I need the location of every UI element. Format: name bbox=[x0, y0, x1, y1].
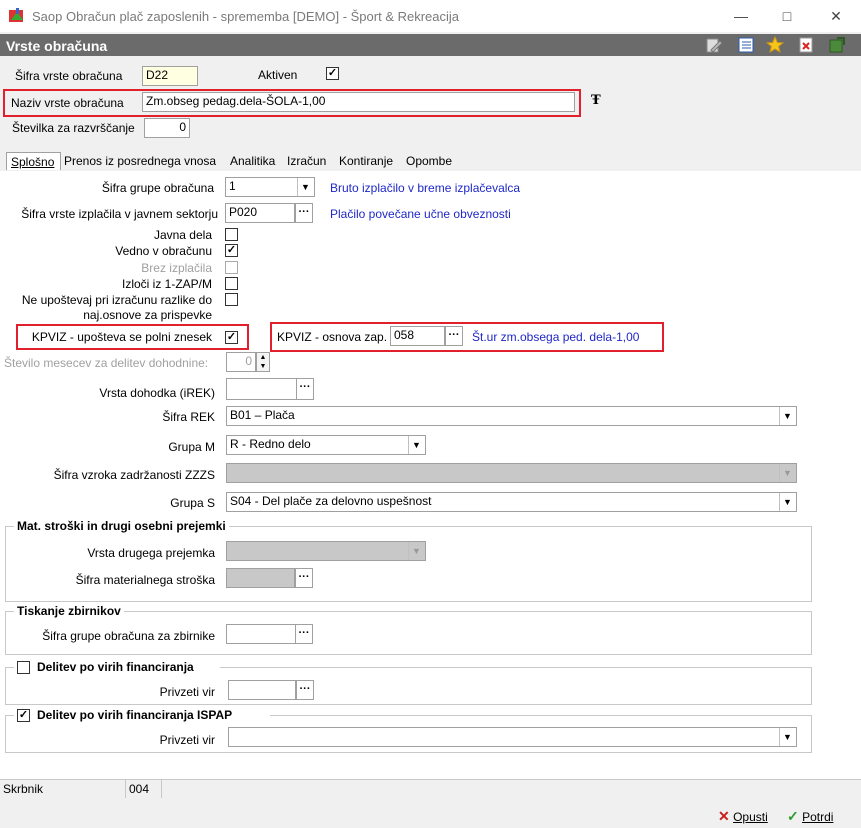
sifra-rek-select[interactable]: B01 – Plača bbox=[226, 406, 797, 426]
list-icon[interactable] bbox=[737, 36, 755, 54]
delitev-checkbox[interactable] bbox=[17, 661, 30, 674]
kpviz-osnova-browse-button[interactable]: ··· bbox=[445, 326, 463, 346]
form-header bbox=[0, 34, 861, 56]
minimize-icon[interactable]: — bbox=[731, 6, 751, 26]
ispap-privzeti-select[interactable] bbox=[228, 727, 797, 747]
chevron-down-icon[interactable]: ▼ bbox=[779, 407, 795, 425]
app-icon bbox=[9, 8, 23, 22]
vrsta-izplacila-browse-button[interactable]: ··· bbox=[295, 203, 313, 223]
tiskanje-title: Tiskanje zbirnikov bbox=[14, 604, 124, 618]
sifra-materialnega-browse-button[interactable]: ··· bbox=[295, 568, 313, 588]
vrsta-prejemka-label: Vrsta drugega prejemka bbox=[87, 546, 215, 560]
skrbnik-value: 004 bbox=[126, 780, 162, 798]
tisk-grupa-label: Šifra grupe obračuna za zbirnike bbox=[42, 629, 215, 643]
export-icon[interactable] bbox=[828, 36, 846, 54]
vedno-label: Vedno v obračunu bbox=[115, 244, 212, 258]
text-format-icon[interactable]: Ŧ bbox=[591, 93, 601, 108]
naziv-input[interactable]: Zm.obseg pedag.dela-ŠOLA-1,00 bbox=[142, 92, 575, 112]
delitev-title: Delitev po virih financiranja bbox=[34, 660, 197, 674]
tab-prenos[interactable]: Prenos iz posrednega vnosa bbox=[64, 152, 216, 170]
grupa-s-select[interactable]: S04 - Del plače za delovno uspešnost bbox=[226, 492, 797, 512]
aktiven-label: Aktiven bbox=[258, 68, 298, 82]
delitev-ispap-title: Delitev po virih financiranja ISPAP bbox=[34, 708, 236, 722]
chevron-down-icon[interactable]: ▼ bbox=[297, 178, 313, 196]
javna-dela-checkbox[interactable] bbox=[225, 228, 238, 241]
kpviz-osnova-input[interactable]: 058 bbox=[390, 326, 445, 346]
irek-label: Vrsta dohodka (iREK) bbox=[99, 386, 215, 400]
chevron-down-icon: ▼ bbox=[408, 542, 424, 560]
mat-stroski-title: Mat. stroški in drugi osebni prejemki bbox=[14, 519, 229, 533]
sifra-vrste-input[interactable]: D22 bbox=[142, 66, 198, 86]
vrsta-izplacila-desc: Plačilo povečane učne obveznosti bbox=[330, 207, 511, 221]
naziv-label: Naziv vrste obračuna bbox=[11, 96, 124, 110]
javna-dela-label: Javna dela bbox=[153, 228, 212, 242]
izloci-checkbox[interactable] bbox=[225, 277, 238, 290]
neupostevaj-checkbox[interactable] bbox=[225, 293, 238, 306]
form-title: Vrste obračuna bbox=[6, 38, 108, 54]
tab-izracun[interactable]: Izračun bbox=[287, 152, 326, 170]
stevilka-input[interactable]: 0 bbox=[144, 118, 190, 138]
cancel-icon: ✕ bbox=[718, 808, 730, 824]
potrdi-button[interactable]: ✓ Potrdi bbox=[787, 808, 833, 825]
tisk-grupa-browse-button[interactable]: ··· bbox=[295, 624, 313, 644]
kpviz-polni-checkbox[interactable]: ✓ bbox=[225, 331, 238, 344]
aktiven-checkbox[interactable]: ✓ bbox=[326, 67, 339, 80]
brez-izplacila-label: Brez izplačila bbox=[141, 261, 212, 275]
izloci-label: Izloči iz 1-ZAP/M bbox=[121, 277, 212, 291]
skrbnik-label: Skrbnik bbox=[0, 780, 126, 798]
delete-icon[interactable] bbox=[797, 36, 815, 54]
tab-analitika[interactable]: Analitika bbox=[230, 152, 275, 170]
chevron-down-icon: ▼ bbox=[779, 464, 795, 482]
mesecev-label: Število mesecev za delitev dohodnine: bbox=[4, 356, 209, 370]
vrsta-izplacila-input[interactable]: P020 bbox=[225, 203, 295, 223]
delitev-privzeti-input[interactable] bbox=[228, 680, 296, 700]
delitev-privzeti-label: Privzeti vir bbox=[159, 685, 215, 699]
kpviz-osnova-desc: Št.ur zm.obsega ped. dela-1,00 bbox=[472, 330, 640, 344]
window-title: Saop Obračun plač zaposlenih - sprememba… bbox=[32, 9, 460, 24]
kpviz-polni-label: KPVIZ - upošteva se polni znesek bbox=[31, 330, 212, 344]
chevron-down-icon[interactable]: ▼ bbox=[779, 728, 795, 746]
tab-opombe[interactable]: Opombe bbox=[406, 152, 452, 170]
grupa-obracuna-desc: Bruto izplačilo v breme izplačevalca bbox=[330, 181, 521, 195]
mat-stroski-group bbox=[5, 526, 812, 602]
grupa-s-label: Grupa S bbox=[170, 496, 215, 510]
sifra-vrste-label: Šifra vrste obračuna bbox=[15, 69, 123, 83]
sifra-materialnega-label: Šifra materialnega stroška bbox=[75, 573, 215, 587]
ispap-privzeti-label: Privzeti vir bbox=[159, 733, 215, 747]
star-icon[interactable] bbox=[766, 36, 784, 54]
vedno-checkbox[interactable]: ✓ bbox=[225, 244, 238, 257]
stevilka-label: Številka za razvrščanje bbox=[12, 121, 135, 135]
grupa-m-label: Grupa M bbox=[168, 440, 215, 454]
zzzs-label: Šifra vzroka zadržanosti ZZZS bbox=[53, 468, 215, 482]
zzzs-select bbox=[226, 463, 797, 483]
checkmark-icon: ✓ bbox=[787, 808, 799, 824]
mesecev-spinner[interactable]: ▲ ▼ bbox=[256, 352, 270, 372]
irek-input[interactable] bbox=[226, 378, 297, 400]
edit-icon[interactable] bbox=[705, 36, 723, 54]
brez-izplacila-checkbox bbox=[225, 261, 238, 274]
sifra-materialnega-input bbox=[226, 568, 295, 588]
tab-splosno[interactable]: Splošno bbox=[6, 152, 61, 170]
vrsta-izplacila-label: Šifra vrste izplačila v javnem sektorju bbox=[21, 207, 218, 221]
delitev-ispap-checkbox[interactable]: ✓ bbox=[17, 709, 30, 722]
irek-browse-button[interactable]: ··· bbox=[296, 378, 314, 400]
opusti-button[interactable]: ✕ Opusti bbox=[718, 808, 768, 825]
neupostevaj-label-2: naj.osnove za prispevke bbox=[83, 308, 212, 322]
neupostevaj-label-1: Ne upoštevaj pri izračunu razlike do bbox=[21, 293, 212, 307]
grupa-obracuna-label: Šifra grupe obračuna bbox=[101, 181, 214, 195]
close-icon[interactable]: ✕ bbox=[826, 6, 846, 26]
delitev-privzeti-browse-button[interactable]: ··· bbox=[296, 680, 314, 700]
chevron-down-icon[interactable]: ▼ bbox=[779, 493, 795, 511]
tab-kontiranje[interactable]: Kontiranje bbox=[339, 152, 393, 170]
tisk-grupa-input[interactable] bbox=[226, 624, 296, 644]
sifra-rek-label: Šifra REK bbox=[162, 410, 215, 424]
mesecev-input[interactable]: 0 bbox=[226, 352, 256, 372]
maximize-icon[interactable]: □ bbox=[777, 6, 797, 26]
grupa-m-select[interactable]: R - Redno delo bbox=[226, 435, 426, 455]
vrsta-prejemka-select bbox=[226, 541, 426, 561]
kpviz-osnova-label: KPVIZ - osnova zap. bbox=[277, 330, 388, 344]
chevron-down-icon[interactable]: ▼ bbox=[408, 436, 424, 454]
